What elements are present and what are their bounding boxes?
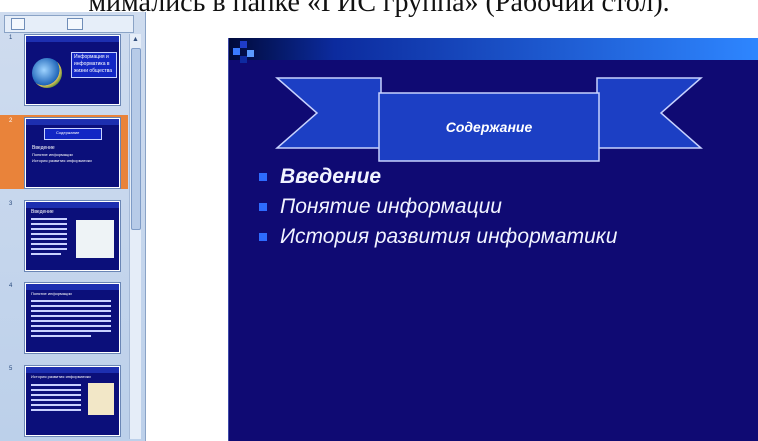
bullet-marker	[259, 203, 267, 211]
thumbnail-heading: Содержание	[56, 130, 80, 135]
bullet-item: Введение	[259, 162, 617, 192]
globe-image	[32, 58, 62, 88]
slide-thumbnail[interactable]: Введение	[25, 201, 120, 271]
thumbnail-bullet: Введение	[32, 145, 55, 151]
bullet-text: Введение	[280, 165, 382, 188]
slide-number: 3	[9, 201, 13, 207]
thumbnail-title-line: Информация и	[74, 54, 109, 60]
slide-header-bar	[229, 38, 758, 60]
slide-number: 4	[9, 283, 13, 289]
bullet-text: Понятие информации	[280, 195, 502, 218]
slide-thumbnail[interactable]: Содержание Введение Понятие информации И…	[25, 118, 120, 188]
slide-canvas[interactable]: Содержание Введение Понятие информации И…	[228, 38, 758, 441]
decorative-square	[240, 56, 247, 63]
thumbnail-title-line: жизни общества	[74, 68, 113, 74]
slides-pane: ▲ 1 Информация и информатика в жизни общ…	[0, 12, 146, 441]
thumbnail-title-line: информатика в	[74, 61, 110, 67]
bullet-item: Понятие информации	[259, 192, 617, 222]
pane-tabs	[4, 15, 134, 33]
slide-thumbnail[interactable]: История развития информатики	[25, 366, 120, 436]
slide-thumbnail[interactable]: Понятие информации	[25, 283, 120, 353]
decorative-square	[240, 41, 247, 48]
bullet-text: История развития информатики	[280, 225, 618, 248]
slide-thumbnail[interactable]: Информация и информатика в жизни обществ…	[25, 35, 120, 105]
bullet-item: История развития информатики	[259, 222, 617, 252]
pane-scrollbar[interactable]: ▲	[129, 34, 141, 439]
title-ribbon: Содержание	[275, 77, 703, 162]
illustration-image	[88, 383, 114, 415]
decorative-square	[233, 48, 240, 55]
slide-number: 1	[9, 35, 13, 41]
slide-title: Содержание	[446, 119, 533, 135]
thumbnail-heading: Введение	[31, 209, 54, 215]
bullet-marker	[259, 233, 267, 241]
illustration-image	[76, 220, 114, 258]
thumbnail-heading: Понятие информации	[31, 291, 72, 296]
slide-number: 5	[9, 366, 13, 372]
slide-number: 2	[9, 118, 13, 124]
thumbnail-bullet: История развития информатики	[32, 158, 92, 163]
outline-tab-icon[interactable]	[11, 18, 25, 30]
decorative-square	[247, 50, 254, 57]
bullet-marker	[259, 173, 267, 181]
slides-tab-icon[interactable]	[67, 18, 83, 30]
thumbnail-heading: История развития информатики	[31, 374, 91, 379]
scroll-thumb[interactable]	[131, 48, 141, 230]
bullet-list: Введение Понятие информации История разв…	[259, 162, 617, 252]
scroll-up-arrow-icon[interactable]: ▲	[130, 34, 141, 45]
